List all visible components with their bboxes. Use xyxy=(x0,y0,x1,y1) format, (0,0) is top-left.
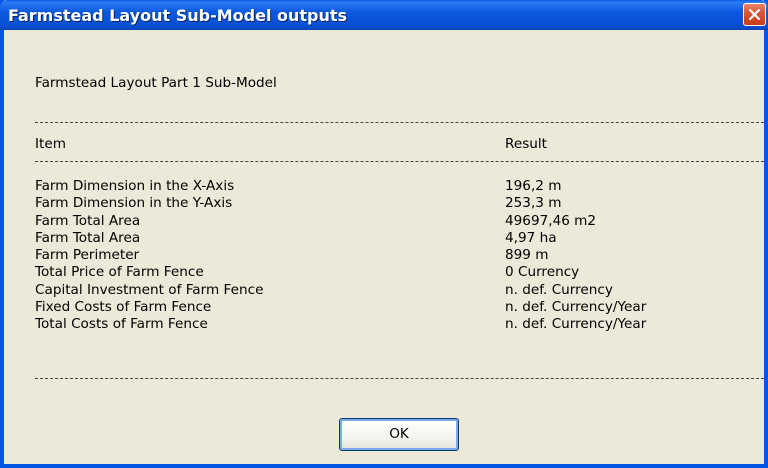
close-icon xyxy=(749,9,760,20)
row-result: 49697,46 m2 xyxy=(505,212,597,229)
divider xyxy=(35,378,764,379)
row-result: n. def. Currency/Year xyxy=(505,299,647,316)
row-result: 4,97 ha xyxy=(505,229,557,246)
sub-model-title: Farmstead Layout Part 1 Sub-Model xyxy=(35,75,277,91)
divider xyxy=(35,122,764,123)
row-item: Total Price of Farm Fence xyxy=(35,264,204,281)
divider xyxy=(35,161,764,162)
column-header-result: Result xyxy=(505,136,548,152)
table-row: Total Costs of Farm Fence n. def. Curren… xyxy=(35,316,754,333)
row-item: Farm Perimeter xyxy=(35,247,140,264)
row-item: Capital Investment of Farm Fence xyxy=(35,281,264,298)
row-item: Farm Total Area xyxy=(35,229,141,246)
table-row: Total Price of Farm Fence 0 Currency xyxy=(35,264,754,281)
row-result: 253,3 m xyxy=(505,195,562,212)
ok-button[interactable]: OK xyxy=(339,418,459,451)
row-result: n. def. Currency/Year xyxy=(505,316,647,333)
table-row: Farm Perimeter 899 m xyxy=(35,247,754,264)
table-row: Farm Total Area 4,97 ha xyxy=(35,230,754,247)
row-item: Farm Dimension in the X-Axis xyxy=(35,178,235,194)
column-header-item: Item xyxy=(35,136,66,152)
row-result: n. def. Currency xyxy=(505,281,613,298)
row-result: 196,2 m xyxy=(505,178,562,194)
row-result: 899 m xyxy=(505,247,549,264)
row-result: 0 Currency xyxy=(505,264,580,281)
table-row: Capital Investment of Farm Fence n. def.… xyxy=(35,282,754,299)
row-item: Farm Dimension in the Y-Axis xyxy=(35,195,233,212)
table-row: Farm Total Area 49697,46 m2 xyxy=(35,213,754,230)
window-title: Farmstead Layout Sub-Model outputs xyxy=(8,6,348,25)
table-row: Farm Dimension in the X-Axis 196,2 m xyxy=(35,178,754,195)
results-list: Farm Dimension in the X-Axis 196,2 m Far… xyxy=(35,178,754,334)
table-row: Farm Dimension in the Y-Axis 253,3 m xyxy=(35,195,754,212)
table-row: Fixed Costs of Farm Fence n. def. Curren… xyxy=(35,299,754,316)
close-button[interactable] xyxy=(743,3,766,26)
dialog-content: Farmstead Layout Part 1 Sub-Model Item R… xyxy=(4,30,764,464)
row-item: Total Costs of Farm Fence xyxy=(35,316,208,333)
dialog-window: Farmstead Layout Sub-Model outputs Farms… xyxy=(0,0,768,468)
row-item: Farm Total Area xyxy=(35,212,141,229)
row-item: Fixed Costs of Farm Fence xyxy=(35,299,212,316)
title-bar[interactable]: Farmstead Layout Sub-Model outputs xyxy=(0,0,768,30)
